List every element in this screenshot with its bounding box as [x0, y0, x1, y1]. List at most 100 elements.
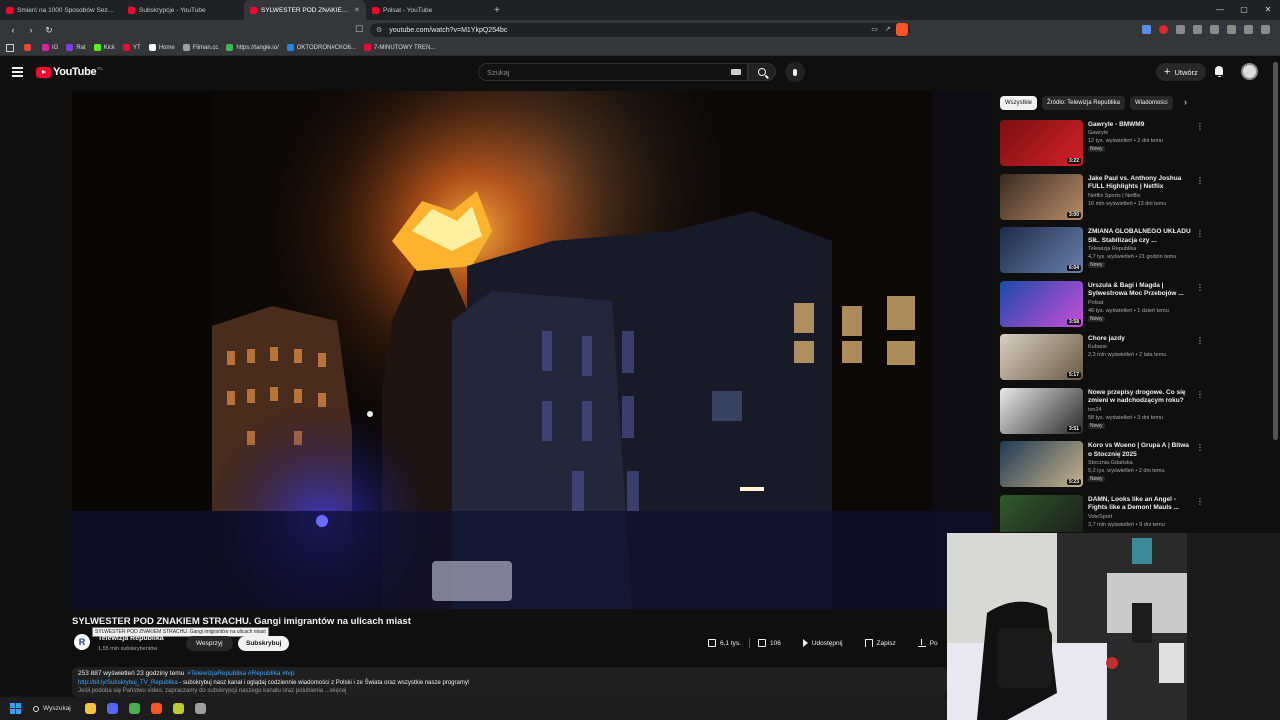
youtube-logo[interactable]: YouTube PL [36, 66, 103, 78]
support-button[interactable]: Wesprzyj [186, 636, 233, 651]
recommended-video[interactable]: 3:22 Gawryle - BMWM9 Gawryle 12 tys. wyświe… [1000, 120, 1205, 174]
more-options-icon[interactable]: ⋮ [1196, 337, 1204, 345]
video-thumbnail[interactable]: 3:58 [1000, 280, 1083, 327]
bookmark-item[interactable]: https://tangle.io/ [226, 44, 279, 51]
menu-icon[interactable] [12, 67, 23, 79]
browser-tab[interactable]: Polsat - YouTube [366, 0, 488, 20]
extension-icon[interactable] [1176, 25, 1185, 34]
forward-icon[interactable]: › [24, 25, 38, 35]
like-button[interactable]: 6,1 tys. [700, 635, 749, 651]
bookmark-item[interactable]: IG [42, 44, 58, 51]
more-options-icon[interactable]: ⋮ [1196, 444, 1204, 452]
record-icon[interactable] [1159, 25, 1168, 34]
recommended-channel[interactable]: Stocznia Gdańska [1088, 460, 1133, 466]
search-button[interactable] [748, 63, 776, 81]
close-window-icon[interactable]: ✕ [1256, 0, 1280, 20]
download-button[interactable]: Po [910, 635, 946, 651]
video-thumbnail[interactable]: 3:00 [1000, 173, 1083, 220]
channel-name[interactable]: Telewizja Republika [98, 635, 164, 642]
bookmark-item[interactable]: Kick [93, 44, 115, 51]
channel-avatar[interactable]: R [74, 634, 90, 650]
recommended-video[interactable]: 3:51 Nowe przepisy drogowe. Co się zmieni… [1000, 387, 1205, 442]
create-button[interactable]: + Utwórz [1156, 63, 1206, 81]
bookmark-page-icon[interactable]: ☐ [355, 24, 363, 35]
reload-icon[interactable]: ↻ [42, 25, 56, 36]
discord-icon[interactable] [106, 703, 118, 714]
recommended-video[interactable]: 3:00 Jake Paul vs. Anthony Joshua FULL Hi… [1000, 173, 1205, 228]
brave-icon[interactable] [150, 703, 162, 714]
recommended-channel[interactable]: tvn24 [1088, 407, 1101, 413]
apps-grid-icon[interactable] [6, 43, 14, 52]
music-icon[interactable] [1227, 25, 1236, 34]
recommended-channel[interactable]: Telewizja Republika [1088, 246, 1136, 252]
bookmark-item[interactable]: YT [123, 44, 141, 51]
bookmark-item[interactable]: Rat [66, 44, 86, 51]
bookmark-item[interactable]: Home [148, 44, 175, 51]
recommended-channel[interactable]: Gawryle [1088, 130, 1108, 136]
hashtags[interactable]: #TelewizjaRepublika #Republika #tvp [187, 670, 294, 677]
recommended-channel[interactable]: Netflix Sports | Netflix [1088, 193, 1140, 199]
video-thumbnail[interactable]: 5:17 [1000, 334, 1083, 380]
recommended-title[interactable]: DAMN, Looks like an Angel - Fights like … [1088, 496, 1193, 513]
extension-icon[interactable] [1193, 25, 1202, 34]
share-button[interactable]: Udostępnij [795, 635, 851, 651]
recommended-title[interactable]: Koro vs Wueno | Grupa A | Bitwa o Stoczn… [1088, 442, 1193, 459]
recommended-channel[interactable]: VoteSport [1088, 514, 1112, 520]
taskbar-search[interactable]: Wyszukaj [33, 705, 71, 712]
browser-tab[interactable]: Subskrypcje - YouTube [122, 0, 244, 20]
chevron-right-icon[interactable]: › [1184, 97, 1187, 107]
menu-icon[interactable] [1261, 25, 1270, 34]
subscribe-button[interactable]: Subskrybuj [238, 636, 290, 651]
description-box[interactable]: 253 887 wyświetleń 23 godziny temu #Telew… [72, 667, 947, 697]
bookmark-item[interactable] [24, 44, 34, 51]
recommended-channel[interactable]: Polsat [1088, 300, 1103, 306]
file-explorer-icon[interactable] [84, 703, 96, 714]
recommended-channel[interactable]: Kubano [1088, 344, 1107, 350]
save-button[interactable]: Zapisz [857, 635, 904, 651]
address-bar[interactable]: ⚙ youtube.com/watch?v=M1YkpQ254bc ▭ ↗ ☆ [370, 23, 910, 37]
more-options-icon[interactable]: ⋮ [1196, 176, 1204, 185]
settings-icon[interactable] [194, 703, 206, 714]
dislike-button[interactable]: 106 [750, 635, 789, 651]
chrome-icon[interactable] [128, 703, 140, 714]
video-thumbnail[interactable]: 6:04 [1000, 227, 1083, 273]
recommended-title[interactable]: Nowe przepisy drogowe. Co się zmieni w n… [1088, 389, 1193, 406]
back-icon[interactable]: ‹ [6, 25, 20, 35]
bookmark-item[interactable]: Filman.cc [182, 44, 218, 51]
bookmark-item[interactable]: 7-MINUTOWY TREN... [364, 44, 435, 51]
page-scrollbar[interactable] [1273, 62, 1278, 440]
recommended-video[interactable]: 3:58 Urszula & Bagi i Magda | Sylwestrowa… [1000, 280, 1205, 335]
share-page-icon[interactable]: ↗ [885, 25, 891, 33]
browser-tab-active[interactable]: SYLWESTER POD ZNAKIEM S ✕ [244, 0, 366, 20]
more-options-icon[interactable]: ⋮ [1196, 283, 1204, 292]
recommended-title[interactable]: ZMIANA GLOBALNEGO UKŁADU SIŁ. Stabilizac… [1088, 228, 1193, 245]
shield-icon[interactable] [896, 23, 908, 36]
recommended-video[interactable]: 6:04 ZMIANA GLOBALNEGO UKŁADU SIŁ. Stabil… [1000, 227, 1205, 281]
chip-all[interactable]: Wszystkie [1000, 96, 1037, 110]
more-options-icon[interactable]: ⋮ [1196, 390, 1204, 399]
filter-chip[interactable]: Źródło: Telewizja Republika [1042, 96, 1125, 110]
windows-start-icon[interactable] [10, 703, 21, 714]
subscribe-link[interactable]: http://bit.ly/Subskrybuj_TV_Republika [78, 680, 178, 686]
tab-close-icon[interactable]: ✕ [354, 6, 360, 14]
recommended-video[interactable]: 5:23 Koro vs Wueno | Grupa A | Bitwa o St… [1000, 441, 1205, 495]
maximize-icon[interactable]: ▢ [1232, 0, 1256, 20]
app-icon[interactable] [172, 703, 184, 714]
more-options-icon[interactable]: ⋮ [1196, 230, 1204, 238]
extension-icon[interactable] [1142, 25, 1151, 34]
minimize-icon[interactable]: — [1208, 0, 1232, 20]
recommended-title[interactable]: Urszula & Bagi i Magda | Sylwestrowa Moc… [1088, 282, 1193, 299]
install-icon[interactable]: ▭ [871, 25, 878, 33]
filter-chip[interactable]: Wiadomości [1129, 96, 1173, 110]
recommended-title[interactable]: Chore jazdy [1088, 335, 1193, 344]
keyboard-icon[interactable] [731, 69, 741, 75]
recommended-video[interactable]: 5:17 Chore jazdy Kubano 2,3 mln wyświetleń … [1000, 334, 1205, 388]
more-options-icon[interactable]: ⋮ [1196, 497, 1204, 506]
more-options-icon[interactable]: ⋮ [1196, 123, 1204, 131]
recommended-video[interactable]: 18:14 DAMN, Looks like an Angel - Fights … [1000, 494, 1205, 532]
search-input[interactable] [487, 67, 717, 77]
notifications-bell-icon[interactable] [1214, 66, 1224, 77]
new-tab-button[interactable]: + [494, 5, 500, 16]
recommended-title[interactable]: Jake Paul vs. Anthony Joshua FULL Highli… [1088, 175, 1193, 192]
site-info-icon[interactable]: ⚙ [376, 26, 382, 34]
